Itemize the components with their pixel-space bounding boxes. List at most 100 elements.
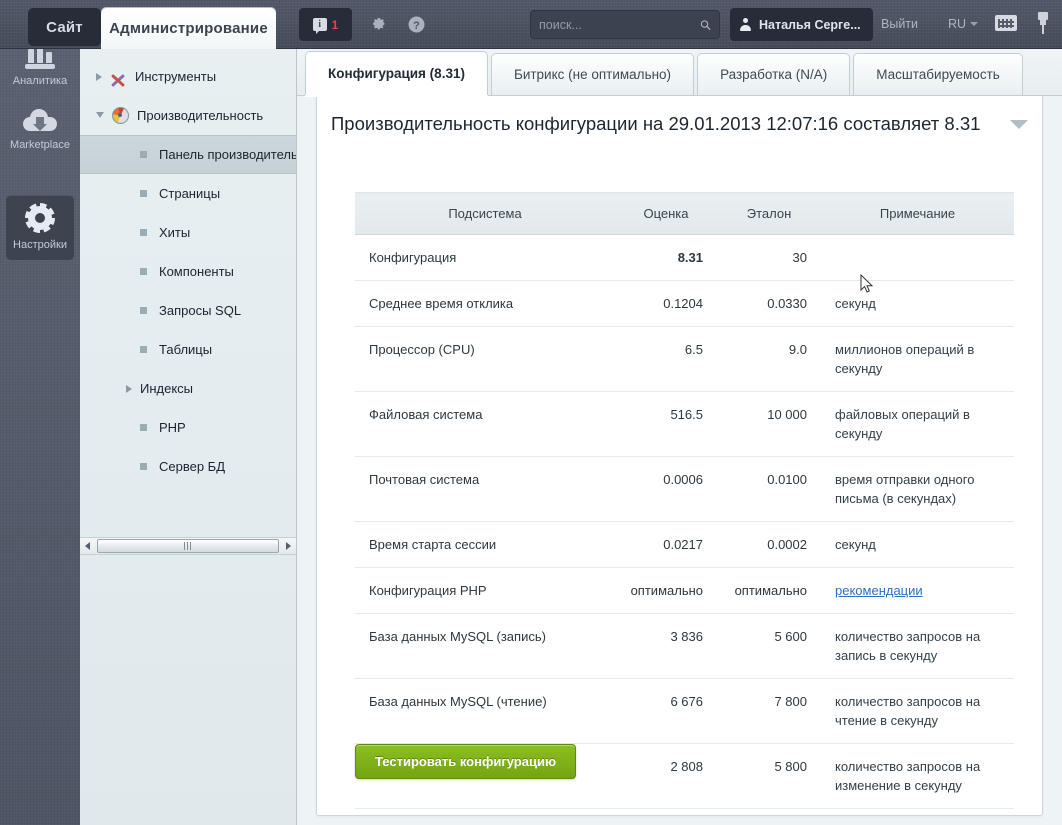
chevron-down-icon[interactable] — [1010, 120, 1028, 129]
cell-value: 8.31 — [615, 234, 717, 281]
tab-site[interactable]: Сайт — [28, 8, 101, 46]
tree-item-10[interactable]: Сервер БД — [80, 447, 296, 486]
cell-value: 3 836 — [615, 613, 717, 679]
user-name: Наталья Серге... — [759, 17, 861, 32]
expand-triangle-icon[interactable] — [126, 384, 132, 393]
logout-link[interactable]: Выйти — [881, 17, 918, 31]
performance-gauge-icon — [112, 107, 129, 124]
content-card: Производительность конфигурации на 29.01… — [316, 96, 1043, 816]
search-input[interactable] — [539, 17, 700, 32]
cell-reference: 5 600 — [717, 613, 821, 679]
column-header-subsystem: Подсистема — [355, 192, 615, 235]
content-tab-2[interactable]: Разработка (N/A) — [697, 53, 851, 95]
cell-reference: 7 800 — [717, 678, 821, 744]
bullet-icon — [140, 463, 147, 470]
tree-item-3[interactable]: Страницы — [80, 174, 296, 213]
tree-item-9[interactable]: PHP — [80, 408, 296, 447]
tree-item-label: Сервер БД — [159, 459, 226, 474]
search-icon[interactable] — [700, 18, 711, 32]
help-icon[interactable]: ? — [400, 8, 433, 41]
top-bar: Сайт Администрирование i 1 ? Наталья Сер… — [0, 0, 1062, 49]
table-row: Среднее время отклика 0.1204 0.0330 секунд — [355, 280, 1014, 327]
cell-subsystem: Процессор (CPU) — [355, 326, 615, 392]
cell-value: 6.5 — [615, 326, 717, 392]
tree-item-2[interactable]: Панель производительнос — [80, 135, 296, 174]
cell-value: оптимально — [615, 567, 717, 614]
tree-item-label: Запросы SQL — [159, 303, 242, 318]
tree-item-label: Инструменты — [135, 69, 217, 84]
tree-item-0[interactable]: Инструменты — [80, 57, 296, 96]
cell-note: рекомендации — [821, 567, 1014, 614]
keyboard-icon[interactable] — [995, 15, 1017, 31]
rail-item-settings[interactable]: Настройки — [6, 195, 74, 260]
gear-icon — [25, 203, 55, 233]
user-menu-button[interactable]: Наталья Серге... — [730, 8, 873, 41]
cell-note: миллионов операций в секунду — [821, 326, 1014, 392]
tab-administration[interactable]: Администрирование — [101, 8, 276, 49]
tree-item-1[interactable]: Производительность — [80, 96, 296, 135]
recommendations-link[interactable]: рекомендации — [835, 583, 923, 598]
cell-value: 0.1204 — [615, 280, 717, 327]
test-configuration-button[interactable]: Тестировать конфигурацию — [355, 744, 577, 779]
expand-triangle-icon[interactable] — [96, 72, 102, 81]
rail-item-marketplace[interactable]: Marketplace — [6, 101, 74, 160]
tree-item-label: Панель производительнос — [159, 147, 296, 162]
cell-subsystem: Конфигурация PHP — [355, 567, 615, 614]
tree-item-4[interactable]: Хиты — [80, 213, 296, 252]
tree-item-label: Компоненты — [159, 264, 234, 279]
cell-reference: 10 000 — [717, 391, 821, 457]
tree-panel: Инструменты Производительность Панель прои… — [80, 49, 297, 825]
table-row: Конфигурация PHP оптимально оптимально реко… — [355, 567, 1014, 614]
cell-subsystem: Почтовая система — [355, 456, 615, 522]
cell-note — [821, 234, 1014, 281]
language-selector[interactable]: RU — [948, 17, 979, 31]
cell-reference: 0.0330 — [717, 280, 821, 327]
logout-label: Выйти — [881, 17, 919, 31]
notifications-button[interactable]: i 1 — [299, 8, 352, 41]
tree-item-label: PHP — [159, 420, 186, 435]
cell-subsystem: База данных MySQL (чтение) — [355, 678, 615, 744]
tree-horizontal-scrollbar[interactable] — [80, 537, 296, 555]
bullet-icon — [140, 268, 147, 275]
cell-note: секунд — [821, 521, 1014, 568]
content-tab-label: Битрикс (не оптимально) — [513, 67, 672, 82]
column-header-reference: Эталон — [717, 192, 821, 235]
cell-value: 2 808 — [615, 743, 717, 809]
scrollbar-thumb[interactable] — [97, 539, 279, 553]
tree-item-label: Производительность — [137, 108, 264, 123]
left-rail: Аналитика Marketplace Настройки — [0, 43, 80, 825]
tree-item-7[interactable]: Таблицы — [80, 330, 296, 369]
content-tab-0[interactable]: Конфигурация (8.31) — [305, 51, 488, 95]
content-tab-label: Конфигурация (8.31) — [328, 66, 465, 81]
cell-subsystem: Конфигурация — [355, 234, 615, 281]
tree-item-8[interactable]: Индексы — [80, 369, 296, 408]
cell-value: 516.5 — [615, 391, 717, 457]
gear-icon[interactable] — [362, 8, 395, 41]
collapse-triangle-icon[interactable] — [96, 112, 104, 122]
language-label: RU — [948, 17, 967, 31]
cell-subsystem: Файловая система — [355, 391, 615, 457]
bullet-icon — [140, 190, 147, 197]
notification-count: 1 — [331, 17, 339, 32]
tree-item-6[interactable]: Запросы SQL — [80, 291, 296, 330]
tree-item-5[interactable]: Компоненты — [80, 252, 296, 291]
pin-icon[interactable] — [1035, 12, 1051, 34]
cell-note: секунд — [821, 280, 1014, 327]
content-tab-1[interactable]: Битрикс (не оптимально) — [490, 53, 695, 95]
scroll-left-arrow-icon[interactable] — [80, 538, 95, 554]
content-tab-label: Разработка (N/A) — [720, 67, 828, 82]
table-row: Файловая система 516.5 10 000 файловых опер… — [355, 391, 1014, 457]
cell-value: 0.0006 — [615, 456, 717, 522]
scroll-right-arrow-icon[interactable] — [281, 538, 296, 554]
bullet-icon — [140, 307, 147, 314]
tree-item-label: Хиты — [159, 225, 191, 240]
cell-reference: 0.0100 — [717, 456, 821, 522]
rail-item-settings-label: Настройки — [13, 239, 67, 251]
search-box[interactable] — [530, 10, 720, 39]
tree-item-label: Страницы — [159, 186, 221, 201]
column-header-value: Оценка — [615, 192, 717, 235]
tools-icon — [110, 68, 127, 85]
cell-reference: 5 800 — [717, 743, 821, 809]
bullet-icon — [140, 346, 147, 353]
content-tab-3[interactable]: Масштабируемость — [853, 53, 1023, 95]
